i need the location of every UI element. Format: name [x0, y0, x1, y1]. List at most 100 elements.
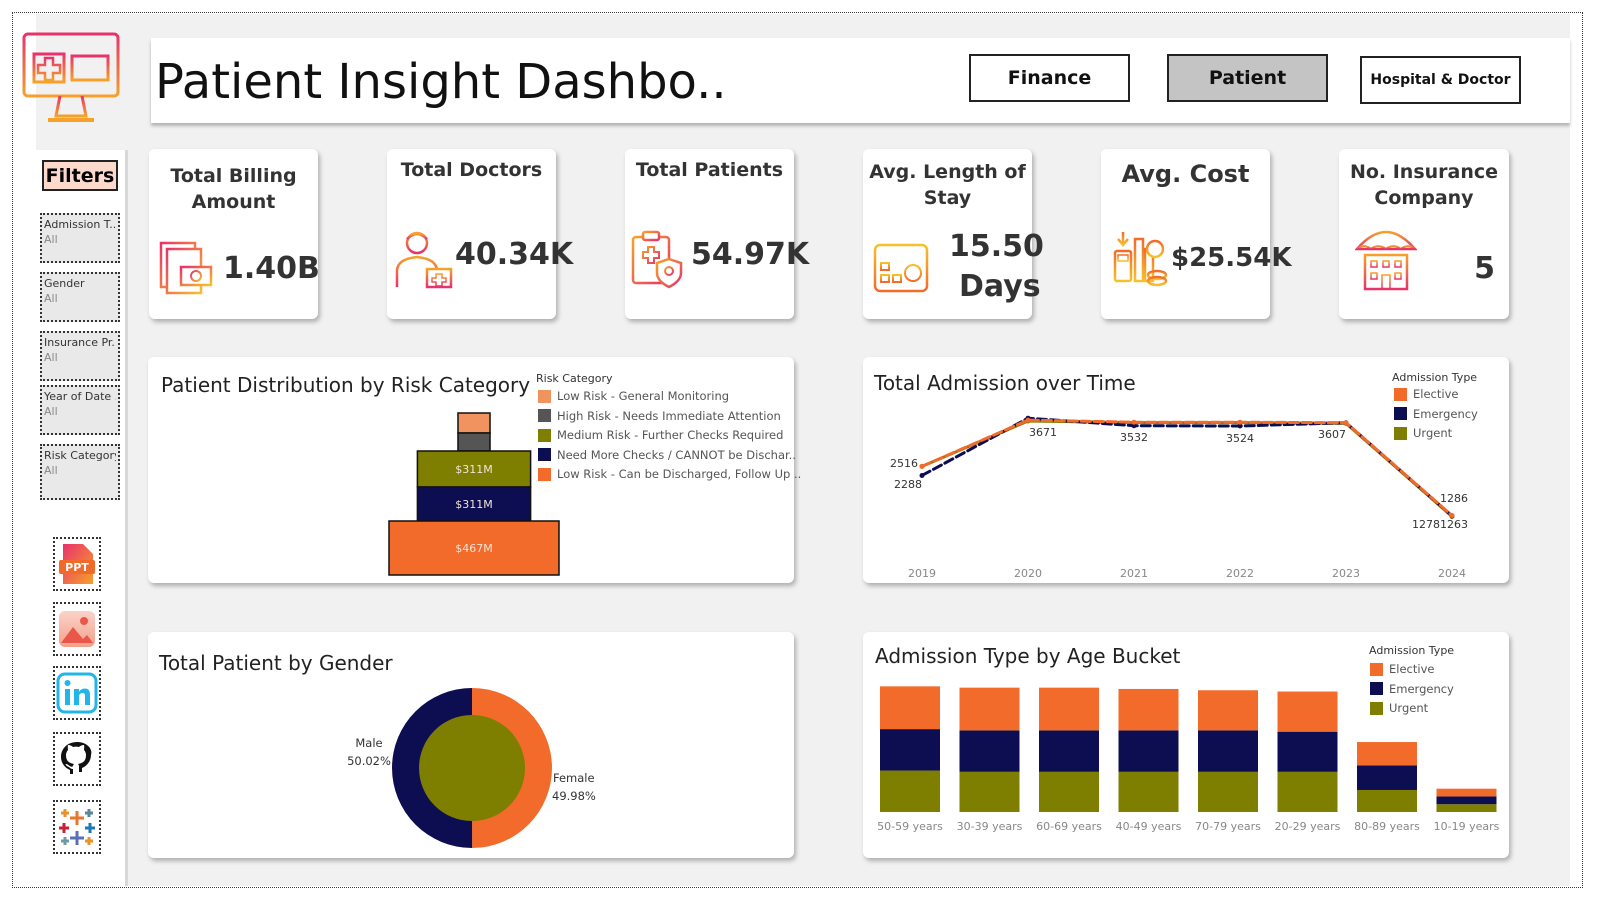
x-tick-label: 70-79 years	[1195, 820, 1261, 833]
legend-swatch	[538, 428, 551, 442]
stacked-bar-segment-emergency	[1357, 765, 1417, 790]
legend-label: Emergency	[1413, 406, 1478, 421]
stacked-bar-segment-urgent	[1118, 771, 1179, 812]
stacked-bar-segment-elective	[1277, 691, 1338, 732]
stacked-bar-segment-urgent	[1357, 789, 1417, 812]
x-tick-label: 40-49 years	[1116, 820, 1182, 833]
admission-over-time-card: Total Admission over Time Admission Type…	[863, 357, 1509, 583]
series-point	[1131, 419, 1137, 425]
image-icon[interactable]	[53, 602, 101, 656]
insurance-icon	[1354, 221, 1418, 297]
hospital-doctor-nav-button[interactable]: Hospital & Doctor	[1360, 56, 1521, 104]
risk-bar-label: $311M	[455, 463, 493, 476]
legend-label: Elective	[1389, 662, 1435, 676]
github-icon[interactable]	[53, 732, 101, 786]
filter-label: Risk Category	[44, 449, 116, 462]
x-tick-label: 2021	[1120, 567, 1148, 580]
data-label: 2288	[894, 478, 922, 491]
kpi-card-total-billing: Total Billing Amount 1.40B	[149, 149, 320, 319]
doctor-icon	[391, 227, 455, 297]
legend-item-risk[interactable]: Medium Risk - Further Checks Required	[538, 428, 783, 442]
filter-value: All	[44, 351, 58, 364]
filter-year[interactable]: Year of Date .. All	[40, 385, 120, 435]
kpi-label: Total Doctors	[400, 159, 543, 181]
stacked-bar-segment-emergency	[1118, 730, 1179, 772]
stacked-bar-segment-elective	[1357, 742, 1417, 766]
stacked-bar-segment-emergency	[1039, 730, 1099, 772]
series-point	[1343, 420, 1349, 426]
slice-label-male: Male	[355, 736, 382, 750]
kpi-label: Total Billing Amount	[170, 165, 297, 213]
kpi-value: 5	[1474, 251, 1495, 286]
legend-label: Need More Checks / CANNOT be Dischar..	[557, 447, 796, 462]
legend-item-admission-type[interactable]: Elective	[1370, 662, 1434, 676]
kpi-card-avg-length-of-stay: Avg. Length of Stay 15.50 Days	[863, 149, 1044, 319]
legend-swatch	[538, 448, 551, 461]
legend-item-risk[interactable]: Low Risk - General Monitoring	[538, 389, 729, 403]
filter-label: Insurance Pr..	[44, 336, 116, 349]
slice-pct-male: 50.02%	[347, 754, 391, 768]
filter-gender[interactable]: Gender All	[40, 272, 120, 322]
legend-label: Emergency	[1389, 681, 1454, 696]
legend-item-admission-type[interactable]: Urgent	[1370, 701, 1428, 715]
filter-admission-type[interactable]: Admission T.. All	[40, 213, 120, 263]
filter-value: All	[44, 233, 58, 246]
stacked-bar-segment-emergency	[1277, 731, 1338, 772]
legend-item-risk[interactable]: Low Risk - Can be Discharged, Follow Up …	[538, 467, 801, 481]
risk-bar-label: $467M	[455, 542, 493, 555]
stacked-bar-segment-urgent	[880, 770, 940, 812]
legend-label: Low Risk - General Monitoring	[557, 389, 730, 403]
data-label: 12781263	[1412, 518, 1468, 531]
slice-label-female: Female	[553, 771, 595, 785]
kpi-value: $25.54K	[1171, 243, 1292, 273]
slice-pct-female: 49.98%	[552, 789, 596, 803]
billing-icon	[157, 239, 215, 303]
patient-nav-button[interactable]: Patient	[1167, 54, 1328, 102]
legend-label: High Risk - Needs Immediate Attention	[557, 408, 781, 423]
legend-item-risk[interactable]: High Risk - Needs Immediate Attention	[538, 409, 781, 423]
finance-nav-button[interactable]: Finance	[969, 54, 1130, 102]
stacked-bar-segment-emergency	[959, 730, 1020, 772]
legend-item-admission-type[interactable]: Emergency	[1394, 407, 1478, 421]
legend-item-admission-type[interactable]: Urgent	[1394, 426, 1452, 440]
calendar-icon	[871, 237, 931, 299]
filter-insurance-provider[interactable]: Insurance Pr.. All	[40, 331, 120, 381]
kpi-value: 15.50	[949, 229, 1044, 264]
x-tick-label: 80-89 years	[1354, 820, 1420, 833]
legend-swatch	[1370, 701, 1383, 715]
page-title: Patient Insight Dashbo..	[155, 54, 727, 110]
x-tick-label: 2023	[1332, 567, 1360, 580]
cost-icon	[1111, 229, 1169, 291]
legend-item-admission-type[interactable]: Elective	[1394, 387, 1458, 401]
data-label: 3671	[1029, 426, 1057, 439]
x-tick-label: 2019	[908, 567, 936, 580]
filter-value: All	[44, 405, 58, 418]
stacked-bar-segment-elective	[1436, 788, 1497, 797]
ppt-icon[interactable]: PPT	[53, 537, 101, 591]
kpi-value: 40.34K	[455, 237, 574, 272]
stacked-bar-segment-urgent	[1436, 804, 1497, 812]
legend-item-admission-type[interactable]: Emergency	[1370, 682, 1454, 696]
data-label: 1286	[1440, 492, 1468, 505]
legend-swatch	[1394, 407, 1407, 420]
legend-swatch	[1394, 387, 1407, 401]
legend-item-risk[interactable]: Need More Checks / CANNOT be Dischar..	[538, 448, 796, 462]
stacked-bar-segment-urgent	[1039, 771, 1099, 812]
series-line-elective	[920, 418, 1454, 518]
kpi-card-avg-cost: Avg. Cost $25.54K	[1101, 149, 1291, 319]
gender-chart-card: Total Patient by Gender Male 50.02% Female…	[148, 632, 794, 858]
hospital-monitor-logo	[20, 30, 122, 134]
x-tick-label: 20-29 years	[1275, 820, 1341, 833]
legend-label: Urgent	[1389, 701, 1429, 715]
linkedin-icon[interactable]	[53, 666, 101, 720]
legend-swatch	[1370, 682, 1383, 695]
x-tick-label: 50-59 years	[877, 820, 943, 833]
svg-text:PPT: PPT	[65, 561, 89, 574]
data-label: 3607	[1318, 428, 1346, 441]
tableau-icon[interactable]	[53, 800, 101, 854]
filter-risk-category[interactable]: Risk Category All	[40, 444, 120, 500]
legend-swatch	[1394, 426, 1407, 440]
legend-label: Medium Risk - Further Checks Required	[557, 428, 784, 442]
kpi-value-unit: Days	[959, 269, 1041, 304]
stacked-bar-segment-urgent	[1277, 771, 1338, 812]
